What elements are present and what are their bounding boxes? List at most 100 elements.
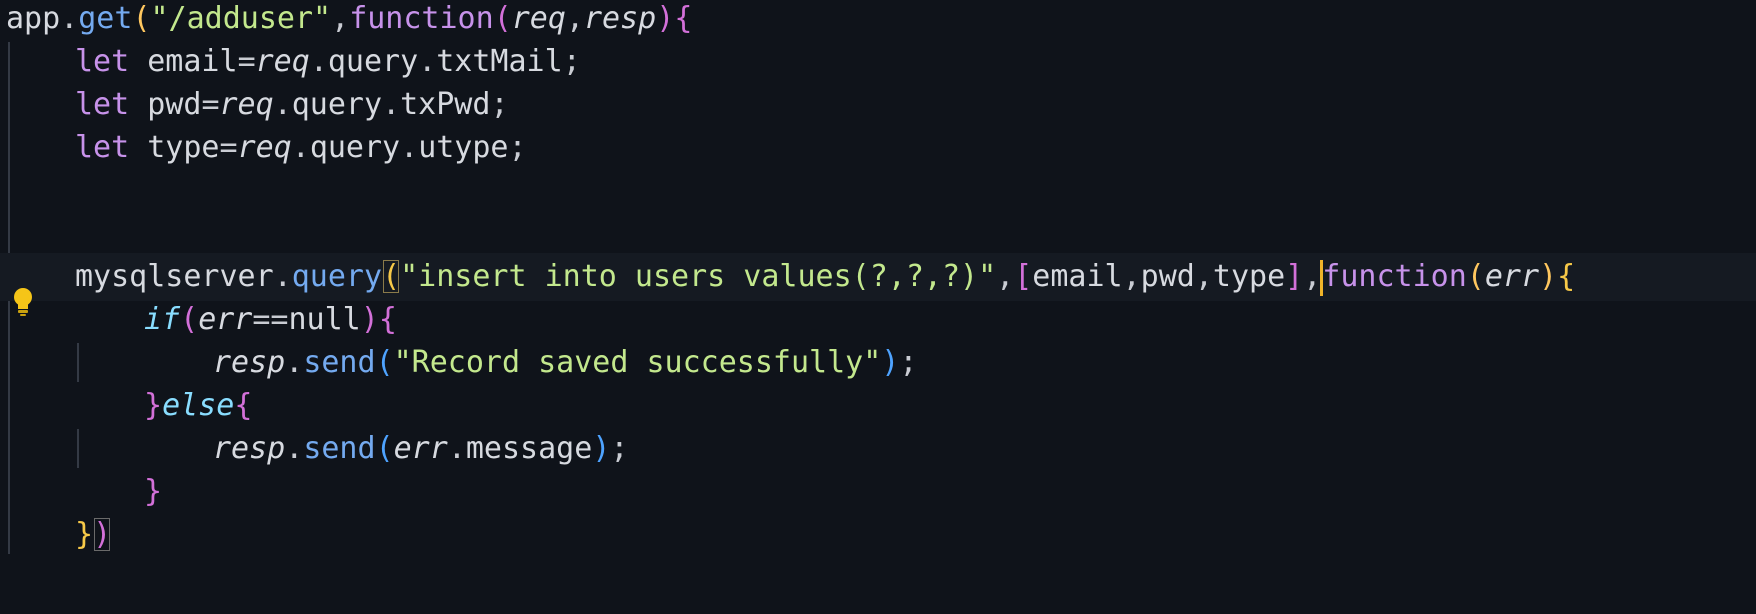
code-token: =	[201, 87, 220, 122]
code-token: "insert into users values(?,?,?)"	[400, 259, 997, 294]
code-token: "Record saved successfully"	[393, 345, 882, 380]
code-token: {	[674, 1, 693, 36]
code-token: else	[162, 388, 235, 423]
code-token: {	[234, 388, 253, 423]
code-token: )	[592, 431, 611, 466]
code-text: let type=req.query.utype;	[75, 124, 527, 172]
code-token: utype	[418, 130, 509, 165]
code-token: email	[1032, 259, 1123, 294]
code-token: pwd	[147, 87, 202, 122]
code-token: .	[400, 130, 419, 165]
code-token: ,	[331, 1, 350, 36]
code-token: send	[303, 345, 376, 380]
code-token: err	[1484, 259, 1540, 294]
code-text: mysqlserver.query("insert into users val…	[75, 253, 1575, 301]
code-token: "/adduser"	[150, 1, 332, 36]
code-token: )	[1539, 259, 1558, 294]
code-token: .	[60, 1, 79, 36]
code-token: =	[237, 44, 256, 79]
code-token: req	[255, 44, 310, 79]
code-line[interactable]: app.get("/adduser",function(req,resp){	[0, 0, 1756, 43]
code-token: query	[309, 130, 401, 165]
code-line[interactable]: let pwd=req.query.txPwd;	[0, 81, 1756, 129]
code-editor[interactable]: app.get("/adduser",function(req,resp){le…	[0, 0, 1756, 614]
code-token: )	[93, 517, 112, 552]
code-token: ,	[565, 1, 584, 36]
code-token: (	[382, 259, 401, 294]
code-token: query	[327, 44, 419, 79]
code-token: err	[393, 431, 448, 466]
code-token: ,	[1122, 259, 1141, 294]
code-line[interactable]: resp.send("Record saved successfully");	[0, 339, 1756, 387]
code-token: }	[144, 388, 163, 423]
code-token: (	[375, 345, 394, 380]
code-token: (	[180, 302, 199, 337]
code-token: type	[1212, 259, 1286, 294]
code-token: resp	[213, 431, 286, 466]
code-token: req	[237, 130, 292, 165]
code-token: .	[291, 130, 310, 165]
code-token: ;	[508, 130, 527, 165]
code-token: ==	[252, 302, 289, 337]
code-token: let	[75, 130, 148, 165]
code-token: email	[147, 44, 238, 79]
code-token: (	[1466, 259, 1485, 294]
code-line[interactable]: })	[0, 511, 1756, 559]
code-line-active[interactable]: mysqlserver.query("insert into users val…	[0, 253, 1756, 301]
code-line[interactable]	[0, 167, 1756, 215]
code-token: txtMail	[436, 44, 563, 79]
code-token: let	[75, 44, 148, 79]
code-line[interactable]: let type=req.query.utype;	[0, 124, 1756, 172]
code-token: ,	[1194, 259, 1213, 294]
code-token: (	[375, 431, 394, 466]
code-token: resp	[584, 1, 657, 36]
code-token: ]	[1285, 259, 1304, 294]
code-text: if(err==null){	[144, 296, 397, 344]
code-token: err	[198, 302, 253, 337]
code-line[interactable]: let email=req.query.txtMail;	[0, 38, 1756, 86]
code-text: resp.send(err.message);	[213, 425, 628, 473]
code-line[interactable]: if(err==null){	[0, 296, 1756, 344]
code-token: (	[132, 1, 151, 36]
code-token: [	[1014, 259, 1033, 294]
code-line[interactable]: }	[0, 468, 1756, 516]
code-line[interactable]: }else{	[0, 382, 1756, 430]
code-token: ;	[610, 431, 629, 466]
code-token: (	[493, 1, 512, 36]
code-token: .	[273, 259, 292, 294]
code-token: )	[881, 345, 900, 380]
code-token: ;	[490, 87, 509, 122]
code-line[interactable]: resp.send(err.message);	[0, 425, 1756, 473]
code-token: )	[656, 1, 675, 36]
code-token: .	[285, 431, 304, 466]
code-token: .	[418, 44, 437, 79]
code-token: mysqlserver	[75, 259, 274, 294]
lightbulb-icon[interactable]	[10, 286, 36, 318]
code-token: let	[75, 87, 148, 122]
code-token: {	[1557, 259, 1576, 294]
code-token: ,	[996, 259, 1015, 294]
code-token: resp	[213, 345, 286, 380]
code-token: }	[144, 474, 163, 509]
code-token: .	[273, 87, 292, 122]
code-token: ,	[1303, 259, 1322, 294]
code-text: app.get("/adduser",function(req,resp){	[6, 0, 692, 43]
code-token: =	[219, 130, 238, 165]
code-text: })	[75, 511, 111, 559]
code-line[interactable]	[0, 210, 1756, 258]
code-token: query	[291, 87, 383, 122]
code-token: .	[285, 345, 304, 380]
code-token: ;	[899, 345, 918, 380]
code-token: send	[303, 431, 376, 466]
code-text: let pwd=req.query.txPwd;	[75, 81, 509, 129]
code-token: .	[309, 44, 328, 79]
code-text: }	[144, 468, 162, 516]
code-token: type	[147, 130, 220, 165]
code-token: .	[447, 431, 466, 466]
code-token: pwd	[1140, 259, 1195, 294]
code-token: message	[465, 431, 593, 466]
code-token: req	[219, 87, 274, 122]
code-token: txPwd	[400, 87, 491, 122]
code-text: resp.send("Record saved successfully");	[213, 339, 917, 387]
code-text: let email=req.query.txtMail;	[75, 38, 581, 86]
